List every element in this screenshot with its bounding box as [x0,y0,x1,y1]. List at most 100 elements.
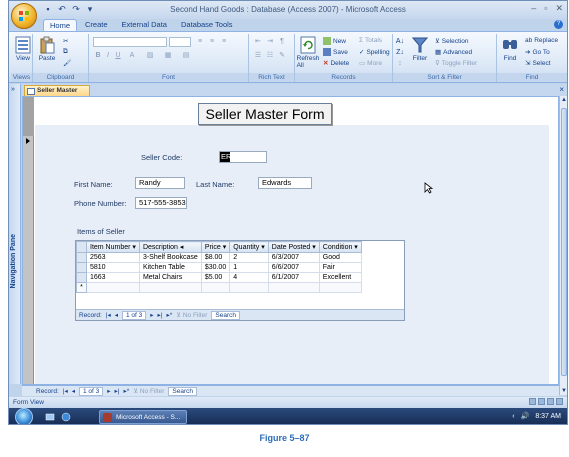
tab-home[interactable]: Home [43,19,78,31]
filter-button[interactable]: Filter [409,36,431,62]
advanced-button[interactable]: ▦ Advanced [435,48,472,57]
date-posted-cell[interactable]: 6/6/2007 [267,262,320,273]
font-name-dropdown[interactable] [93,37,167,47]
increase-indent-icon[interactable]: ⇥ [265,37,275,47]
price-cell[interactable]: $5.00 [200,272,231,283]
italic-icon[interactable]: I [103,51,113,61]
row-selector[interactable] [76,272,87,283]
first-name-field[interactable]: Randy [135,177,185,189]
first-record-icon[interactable]: |◂ [106,311,111,319]
new-cell[interactable] [267,282,320,293]
help-icon[interactable]: ? [554,20,563,29]
clock[interactable]: 8:37 AM [535,413,561,420]
more-button[interactable]: ▭ More [359,59,382,68]
previous-record-icon[interactable]: ◂ [72,387,75,395]
internet-explorer-icon[interactable] [61,412,71,422]
align-right-icon[interactable]: ≡ [219,37,229,47]
new-record-row[interactable]: * [76,282,362,293]
toggle-filter-button[interactable]: ⊽ Toggle Filter [435,59,477,68]
scroll-up-icon[interactable]: ▲ [561,97,567,103]
close-form-icon[interactable]: × [559,85,564,94]
filter-indicator[interactable]: ⊻ No Filter [133,387,164,395]
tab-external-data[interactable]: External Data [116,19,173,31]
save-icon[interactable]: ▪ [43,4,53,14]
view-button[interactable]: View [11,36,35,62]
align-left-icon[interactable]: ≡ [195,37,205,47]
new-cell[interactable] [229,282,269,293]
search-box[interactable]: Search [168,386,198,396]
new-record-button[interactable]: New [323,37,346,45]
first-record-icon[interactable]: |◂ [63,387,68,395]
format-painter-icon[interactable]: 🖌 [63,59,71,67]
undo-icon[interactable]: ↶ [57,4,67,14]
price-cell[interactable]: $30.00 [200,262,231,273]
form-selector[interactable] [23,97,34,136]
table-row[interactable]: 2563 3-Shelf Bookcase $8.00 2 6/3/2007 G… [76,252,362,263]
bullets-icon[interactable]: ☰ [253,51,263,61]
tray-arrow-icon[interactable]: ‹ [512,413,514,420]
vertical-scrollbar[interactable]: ▲ ▼ [559,96,567,395]
condition-cell[interactable]: Excellent [318,272,362,283]
row-selector[interactable] [76,252,87,263]
subform-search-box[interactable]: Search [211,310,241,320]
redo-icon[interactable]: ↷ [71,4,81,14]
phone-number-field[interactable]: 517-555-3853 [135,197,187,209]
column-header-price[interactable]: Price ▾ [200,241,231,253]
column-header-quantity[interactable]: Quantity ▾ [229,241,269,253]
new-cell[interactable] [86,282,140,293]
next-record-icon[interactable]: ▸ [150,311,153,319]
items-subform[interactable]: Item Number ▾ Description ◂ Price ▾ Quan… [75,240,405,321]
sort-descending-icon[interactable]: Z↓ [395,48,405,58]
date-posted-cell[interactable]: 6/3/2007 [267,252,320,263]
last-record-icon[interactable]: ▸| [115,387,120,395]
scroll-thumb[interactable] [561,108,567,376]
price-cell[interactable]: $8.00 [200,252,231,263]
close-button[interactable]: ✕ [555,3,563,14]
minimize-button[interactable]: – [531,3,536,14]
restore-button[interactable]: ▫ [544,3,547,14]
spelling-button[interactable]: ✓ Spelling [359,48,390,57]
tab-create[interactable]: Create [79,19,114,31]
bold-icon[interactable]: B [93,51,103,61]
last-name-field[interactable]: Edwards [258,177,312,189]
date-posted-cell[interactable]: 6/1/2007 [267,272,320,283]
sort-ascending-icon[interactable]: A↓ [395,37,405,47]
subform-current-record-input[interactable]: 1 of 3 [121,310,147,320]
save-record-button[interactable]: Save [323,48,348,56]
delete-record-button[interactable]: ✕ Delete [323,59,349,68]
scroll-down-icon[interactable]: ▼ [561,388,567,394]
find-button[interactable]: Find [499,36,521,62]
numbering-icon[interactable]: ☷ [265,51,275,61]
layout-view-icon[interactable] [547,398,554,405]
description-cell[interactable]: 3-Shelf Bookcase [138,252,202,263]
column-header-condition[interactable]: Condition ▾ [318,241,362,253]
underline-icon[interactable]: U [113,51,123,61]
totals-button[interactable]: Σ Totals [359,37,382,44]
text-direction-icon[interactable]: ¶ [277,37,287,47]
navigation-pane[interactable]: » Navigation Pane [9,84,21,384]
copy-icon[interactable]: ⧉ [63,48,68,56]
seller-code-field[interactable]: ER [219,151,267,163]
volume-icon[interactable]: 🔊 [521,412,530,420]
row-selector[interactable] [76,262,87,273]
current-record-input[interactable]: 1 of 3 [78,386,104,396]
highlight-icon[interactable]: ✎ [277,51,287,61]
quantity-cell[interactable]: 1 [229,262,269,273]
tab-seller-master-form[interactable]: Seller Master Form [24,85,90,104]
paste-button[interactable]: Paste [35,36,59,62]
previous-record-icon[interactable]: ◂ [115,311,118,319]
condition-cell[interactable]: Good [318,252,362,263]
replace-button[interactable]: ab Replace [525,37,558,44]
next-record-icon[interactable]: ▸ [107,387,110,395]
description-cell[interactable]: Metal Chairs [138,272,202,283]
selection-button[interactable]: ⊻ Selection [435,37,469,46]
gridlines-icon[interactable]: ▦ [163,51,173,61]
item-number-cell[interactable]: 5810 [86,262,140,273]
refresh-all-button[interactable]: Refresh All [297,36,319,69]
new-record-nav-icon[interactable]: ▸* [123,387,129,395]
alternate-fill-icon[interactable]: ▤ [181,51,191,61]
new-cell[interactable] [138,282,202,293]
design-view-icon[interactable] [556,398,563,405]
quantity-cell[interactable]: 4 [229,272,269,283]
new-record-nav-icon[interactable]: ▸* [166,311,172,319]
